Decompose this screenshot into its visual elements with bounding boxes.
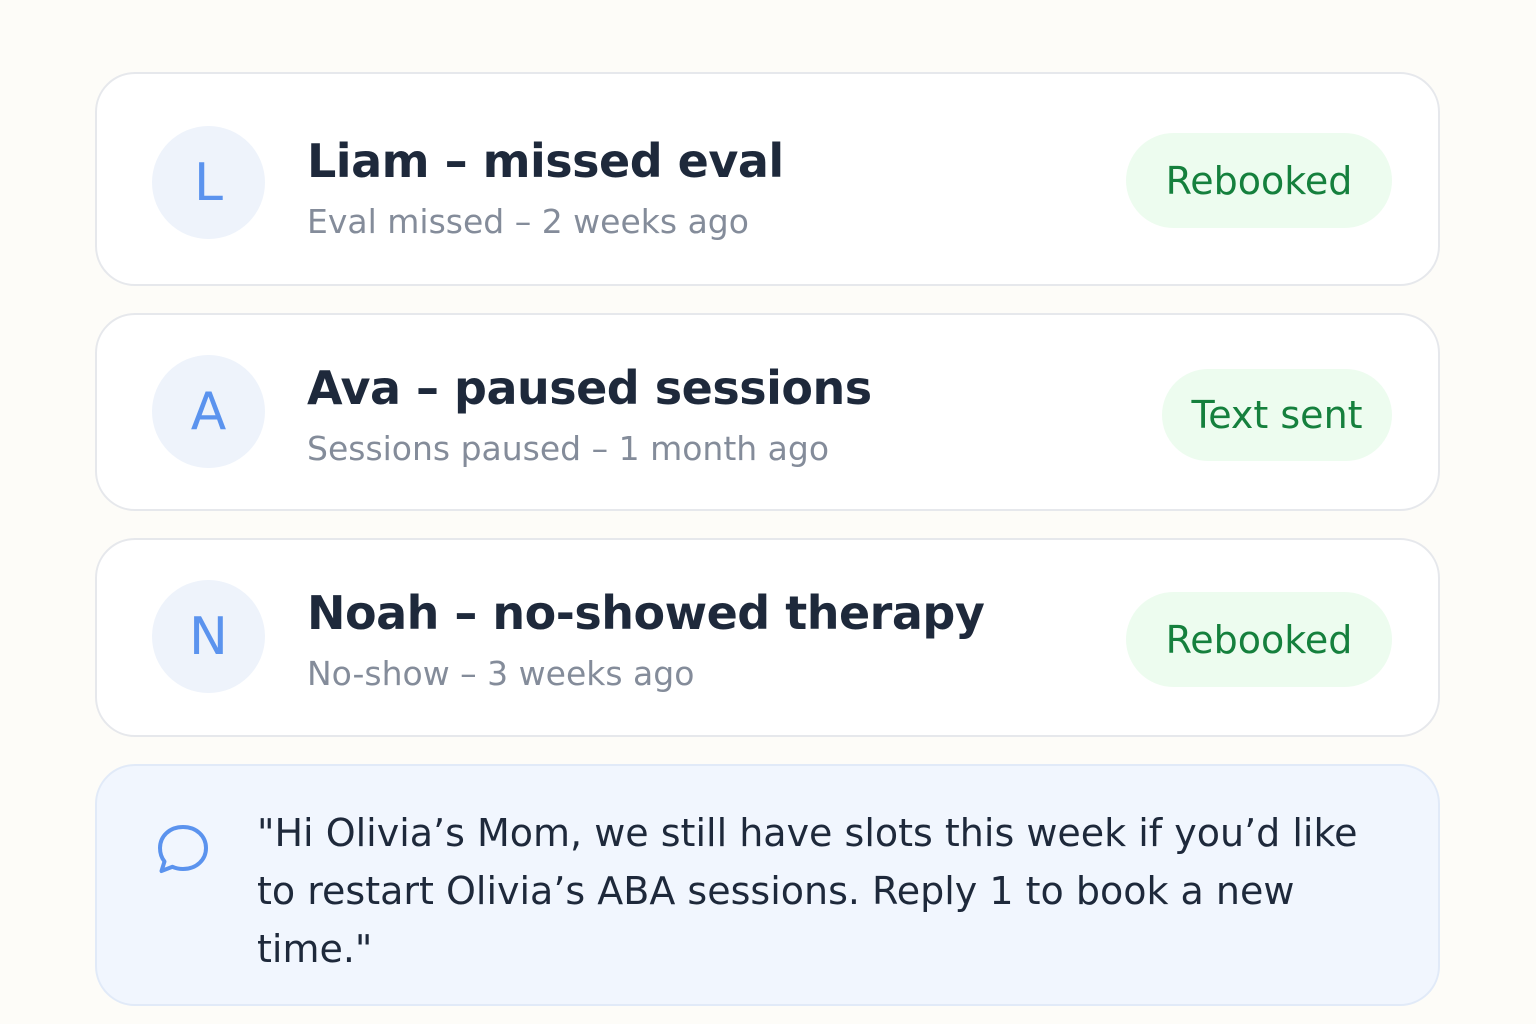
avatar: A xyxy=(152,355,265,468)
patient-subtitle: Sessions paused – 1 month ago xyxy=(307,429,830,468)
status-badge: Rebooked xyxy=(1126,592,1392,687)
status-badge: Text sent xyxy=(1162,369,1392,461)
patient-card-ava[interactable]: A Ava – paused sessions Sessions paused … xyxy=(95,313,1440,511)
patient-subtitle: Eval missed – 2 weeks ago xyxy=(307,202,749,241)
patient-card-noah[interactable]: N Noah – no-showed therapy No-show – 3 w… xyxy=(95,538,1440,737)
patient-title: Liam – missed eval xyxy=(307,134,784,188)
chat-bubble-icon xyxy=(158,825,208,873)
avatar: L xyxy=(152,126,265,239)
patient-title: Ava – paused sessions xyxy=(307,361,872,415)
patient-card-liam[interactable]: L Liam – missed eval Eval missed – 2 wee… xyxy=(95,72,1440,286)
message-preview: "Hi Olivia’s Mom, we still have slots th… xyxy=(95,764,1440,1006)
status-badge: Rebooked xyxy=(1126,133,1392,228)
avatar: N xyxy=(152,580,265,693)
patient-subtitle: No-show – 3 weeks ago xyxy=(307,654,695,693)
patient-title: Noah – no-showed therapy xyxy=(307,586,985,640)
message-text: "Hi Olivia’s Mom, we still have slots th… xyxy=(257,811,1358,971)
